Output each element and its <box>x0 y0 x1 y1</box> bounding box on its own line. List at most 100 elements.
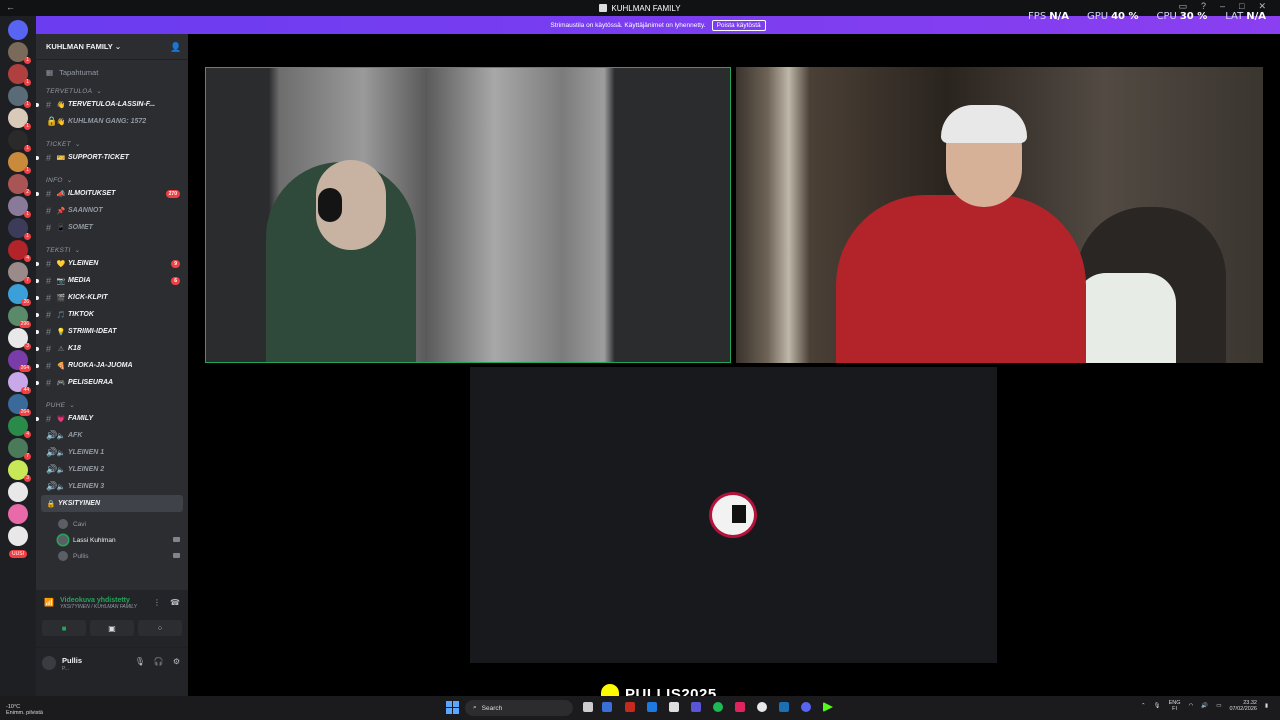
unread-indicator <box>36 278 39 283</box>
microphone-icon[interactable]: 🎙 <box>135 657 145 666</box>
discord-home-icon[interactable] <box>8 20 28 40</box>
taskbar-search[interactable]: ⌕ Search <box>465 700 573 716</box>
channel-item[interactable]: # 📷 MEDIA 6 <box>36 272 188 289</box>
language-indicator[interactable]: ENG FI <box>1169 700 1181 712</box>
channel-item[interactable]: # 🎮 PELISEURAA <box>36 374 188 391</box>
chevron-up-icon[interactable]: ⌃ <box>1141 703 1146 709</box>
server-icon[interactable]: 264 <box>8 350 31 372</box>
server-icon[interactable] <box>8 504 28 524</box>
battery-icon[interactable]: ▭ <box>1216 703 1221 709</box>
channel-item[interactable]: # 👋 TERVETULOA-LASSIN-F... <box>36 96 188 113</box>
user-name[interactable]: Pullis <box>62 656 82 665</box>
channel-item[interactable]: # 💡 STRIIMI-IDEAT <box>36 323 188 340</box>
weather-widget[interactable]: -10°C Enimm. pilvistä <box>6 704 43 716</box>
wifi-icon[interactable]: ◠ <box>1189 703 1194 709</box>
server-icon[interactable]: 7 <box>8 262 31 284</box>
discord-icon[interactable] <box>801 702 811 712</box>
server-icon[interactable]: 26 <box>8 284 31 306</box>
server-icon[interactable]: 1 <box>8 196 31 218</box>
settings-gear-icon[interactable]: ⚙ <box>173 657 180 666</box>
channel-item[interactable]: # 📣 ILMOITUKSET 270 <box>36 185 188 202</box>
channel-item[interactable]: # 🍕 RUOKA-JA-JUOMA <box>36 357 188 374</box>
channel-yksityinen[interactable]: 🔒 YKSITYINEN <box>41 495 183 512</box>
channel-item[interactable]: 🔊 🔈 AFK <box>36 427 188 444</box>
server-icon[interactable]: 264 <box>8 394 31 416</box>
channel-item[interactable]: # ⚠ K18 <box>36 340 188 357</box>
server-icon[interactable]: 1 <box>8 130 31 152</box>
channel-item[interactable]: # 💗 FAMILY <box>36 410 188 427</box>
channel-item[interactable]: # 🎬 KICK-KLPIT <box>36 289 188 306</box>
server-icon[interactable]: 3 <box>8 328 31 350</box>
back-arrow-icon[interactable]: ← <box>6 2 15 12</box>
category-header[interactable]: TEKSTI ⌄ <box>36 245 188 255</box>
new-badge[interactable]: UUSI <box>9 550 27 558</box>
server-header[interactable]: KUHLMAN FAMILY ⌄ 👤 <box>36 34 188 60</box>
server-icon[interactable]: 44 <box>8 372 31 394</box>
notification-icon[interactable]: ▮ <box>1265 703 1268 709</box>
video-tile-speaking[interactable] <box>205 67 731 363</box>
category-header[interactable]: TERVETULOA ⌄ <box>36 86 188 96</box>
voice-member[interactable]: Pullis <box>36 548 188 564</box>
server-icon[interactable]: 1 <box>8 64 31 86</box>
category-header[interactable]: TICKET ⌄ <box>36 139 188 149</box>
server-icon[interactable] <box>8 482 28 502</box>
noise-suppression-icon[interactable]: ⋮ <box>152 598 162 608</box>
file-explorer-icon[interactable] <box>602 702 612 712</box>
disconnect-icon[interactable]: ☎ <box>170 598 180 608</box>
video-tile[interactable] <box>736 67 1263 363</box>
channel-item[interactable]: 🔊 🔈 YLEINEN 3 <box>36 478 188 495</box>
channel-item[interactable]: # 🎵 TIKTOK <box>36 306 188 323</box>
category-header[interactable]: INFO ⌄ <box>36 175 188 185</box>
add-user-icon[interactable]: 👤 <box>170 42 181 52</box>
server-icon[interactable] <box>8 526 28 546</box>
user-avatar[interactable] <box>42 656 56 670</box>
clock[interactable]: 23.32 07/02/2026 <box>1229 700 1257 712</box>
channel-item[interactable]: # 💛 YLEINEN 9 <box>36 255 188 272</box>
server-icon[interactable]: 1 <box>8 218 31 240</box>
activities-button[interactable]: ⁘ <box>138 620 182 636</box>
channel-item[interactable]: # 📌 SÄÄNNÖT <box>36 202 188 219</box>
server-icon[interactable]: 2 <box>8 174 31 196</box>
server-icon[interactable]: 1 <box>8 86 31 108</box>
task-view-icon[interactable] <box>583 702 593 712</box>
unread-indicator <box>36 363 39 368</box>
spotify-icon[interactable] <box>713 702 723 712</box>
voice-channel[interactable]: YKSITYINEN / KUHLMAN FAMILY <box>36 604 188 610</box>
server-icon[interactable]: 1 <box>8 42 31 64</box>
kick-icon[interactable] <box>823 702 833 712</box>
disable-streamer-mode-button[interactable]: Poista käytöstä <box>711 19 766 31</box>
camera-button[interactable]: ■ <box>42 620 86 636</box>
channel-item[interactable]: # 🎫 SUPPORT-TICKET <box>36 149 188 166</box>
chrome-icon[interactable] <box>757 702 767 712</box>
channel-item[interactable]: # 📱 SOMET <box>36 219 188 236</box>
category-header[interactable]: PUHE ⌄ <box>36 400 188 410</box>
app-icon[interactable] <box>625 702 635 712</box>
volume-icon[interactable]: 🔊 <box>1201 703 1208 709</box>
server-icon[interactable]: 1 <box>8 152 31 174</box>
voice-member[interactable]: Lassi Kuhlman <box>36 532 188 548</box>
channel-item[interactable]: 🔊 🔈 YLEINEN 2 <box>36 461 188 478</box>
server-icon[interactable]: 4 <box>8 240 31 262</box>
screen-share-button[interactable]: ▣ <box>90 620 134 636</box>
signal-icon[interactable]: 📶 <box>44 598 54 608</box>
server-icon[interactable]: 296 <box>8 306 31 328</box>
app-icon[interactable] <box>691 702 701 712</box>
server-icon[interactable]: 4 <box>8 416 31 438</box>
channel-item[interactable]: 🔊 🔈 YLEINEN 1 <box>36 444 188 461</box>
events-item[interactable]: ▦ Tapahtumat <box>36 60 188 77</box>
app-icon[interactable] <box>735 702 745 712</box>
start-button[interactable] <box>446 701 459 714</box>
server-icon[interactable]: 7 <box>8 438 31 460</box>
channel-item[interactable]: 🔒 👋 KUHLMAN GANG: 1572 <box>36 113 188 130</box>
steam-icon[interactable] <box>779 702 789 712</box>
app-icon[interactable] <box>669 702 679 712</box>
server-icon[interactable]: 1 <box>8 108 31 130</box>
voice-member[interactable]: Cavi <box>36 516 188 532</box>
browser-icon[interactable] <box>647 702 657 712</box>
avatar-tile[interactable] <box>470 367 997 663</box>
server-icon[interactable]: 3 <box>8 460 31 482</box>
search-icon: ⌕ <box>473 704 477 711</box>
mic-tray-icon[interactable]: 🎙 <box>1154 703 1161 709</box>
channel-name: AFK <box>68 432 83 439</box>
headphones-icon[interactable]: 🎧 <box>154 657 164 666</box>
